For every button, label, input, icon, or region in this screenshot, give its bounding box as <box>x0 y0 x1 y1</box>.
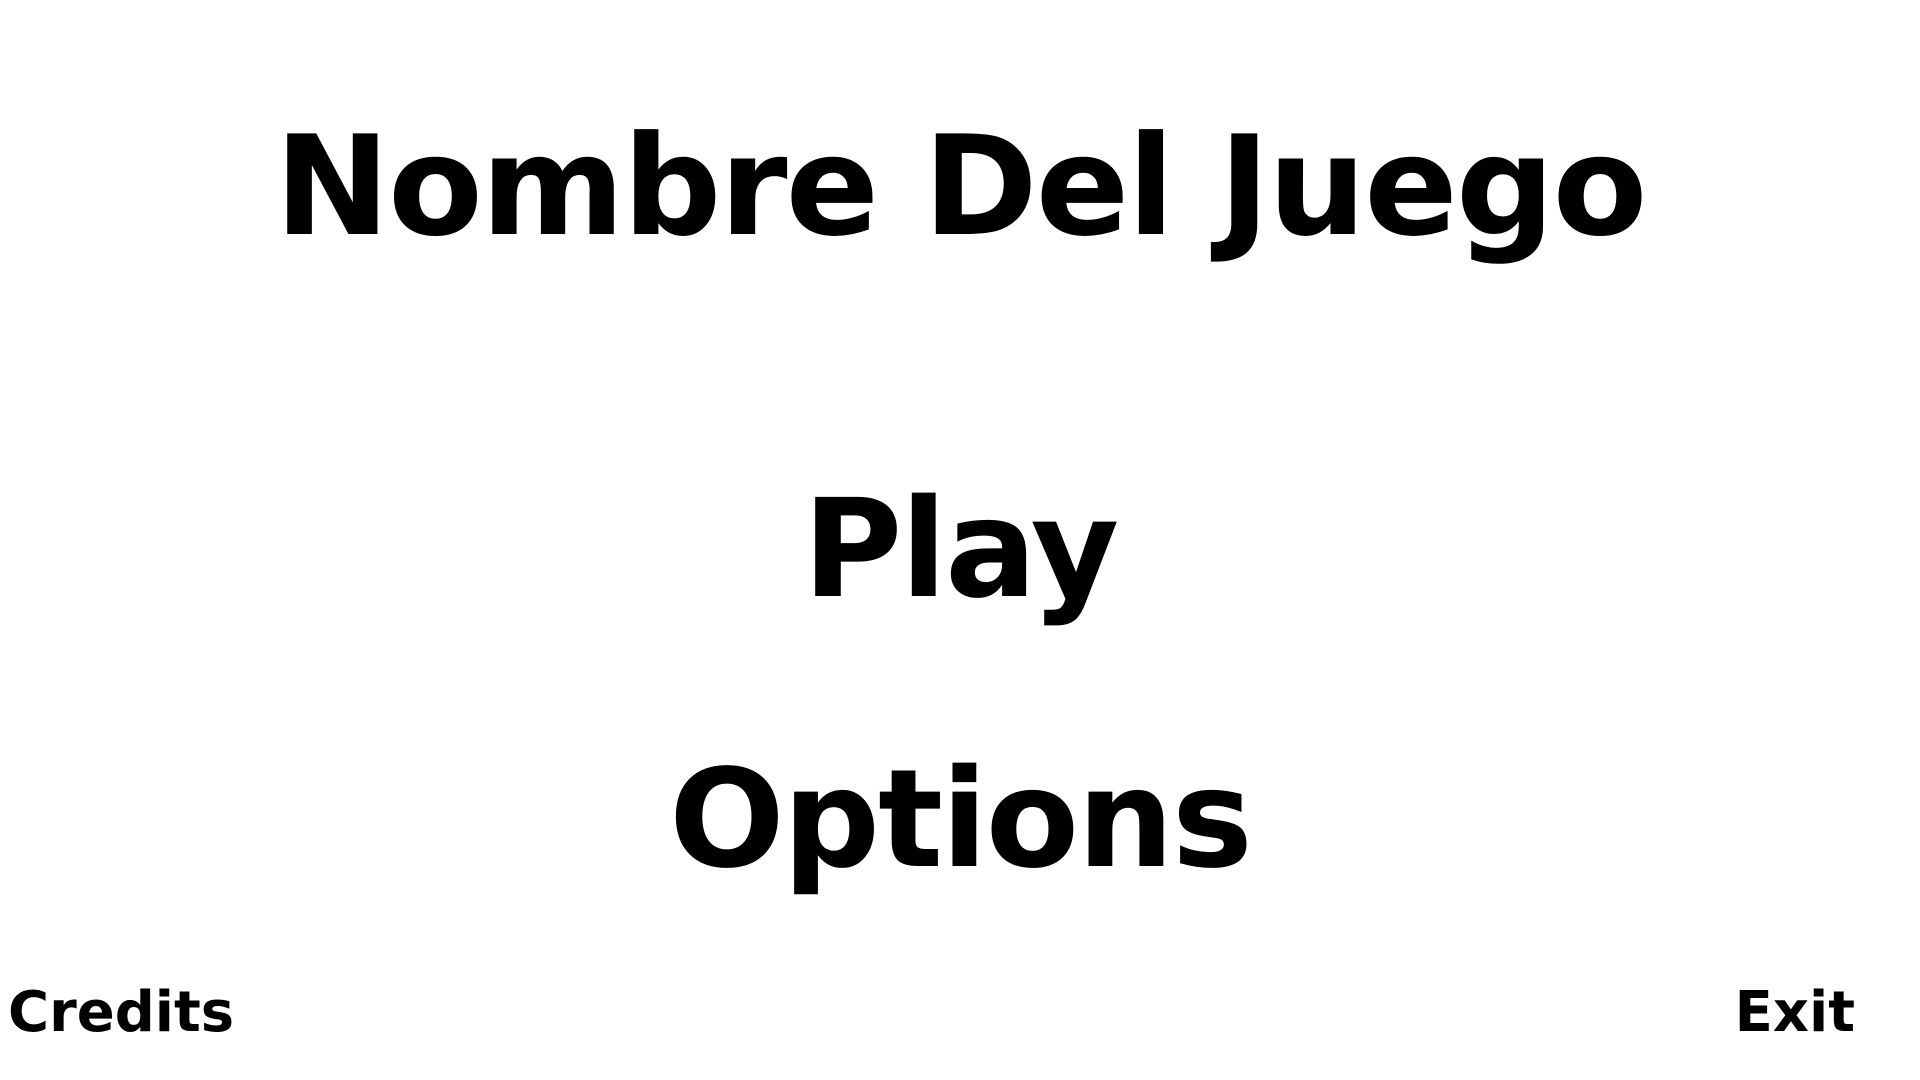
main-menu-screen: Nombre Del Juego Play Options Credits Ex… <box>0 0 1920 1080</box>
play-button[interactable]: Play <box>0 482 1920 618</box>
exit-button[interactable]: Exit <box>1735 985 1855 1041</box>
options-button[interactable]: Options <box>0 752 1920 888</box>
game-title: Nombre Del Juego <box>274 106 1648 267</box>
credits-button[interactable]: Credits <box>8 985 234 1041</box>
